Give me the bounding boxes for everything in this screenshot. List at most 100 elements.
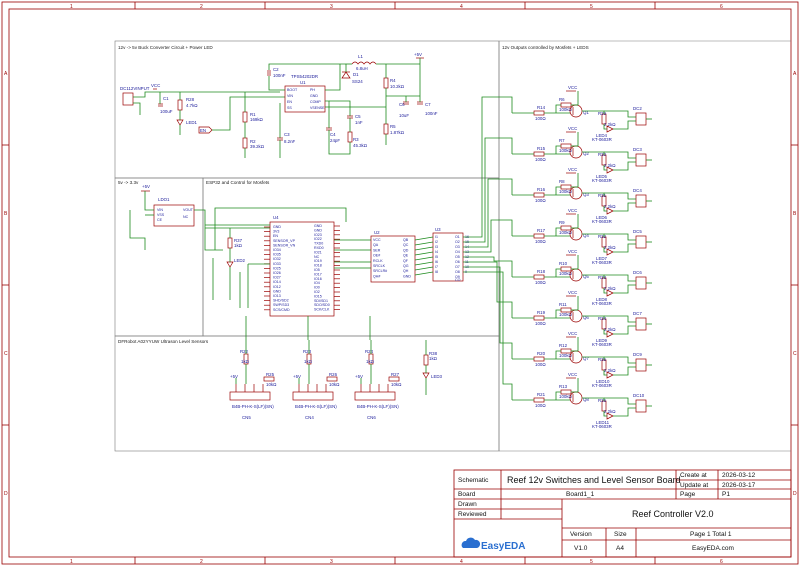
shift-register-pin-label: VCC xyxy=(373,238,381,242)
esp32-pin-label: IO14 xyxy=(273,280,281,284)
output-connector xyxy=(635,276,647,290)
tb-create-label: Create at xyxy=(680,472,707,479)
esp32-pin-label: IO18 xyxy=(314,264,322,268)
ruler-column-label: 2 xyxy=(200,559,203,565)
esp32-pin-label: IO17 xyxy=(314,272,322,276)
led-resistor-value: 2.2kΩ xyxy=(604,163,616,168)
output-connector-ref: DC9 xyxy=(633,352,642,357)
ldo-5v-label: +5V xyxy=(142,184,150,189)
sensor-channel: B4B-PH-K-S(LF)(SN) CN4 +5V R23 1kΩ R26 10kΩ xyxy=(292,340,340,420)
output-vcc-label: VCC xyxy=(568,126,577,131)
vcc-label: VCC xyxy=(151,83,160,88)
c4-ref: C4 xyxy=(330,132,336,137)
r3-ref: R3 xyxy=(353,137,359,142)
l1-ref: L1 xyxy=(358,54,363,59)
esp32-pin-label: IO33 xyxy=(273,262,281,266)
c6-value: 10uF xyxy=(399,113,409,118)
esp32-pin-label: TXD0 xyxy=(314,242,323,246)
c2-value: 100nF xyxy=(273,73,286,78)
buck-ic-ref: U1 xyxy=(300,80,306,85)
output-connector xyxy=(635,317,647,331)
esp32-pin-label: SENSOR_VN xyxy=(273,243,296,247)
ruler-column-label: 3 xyxy=(330,4,333,10)
shift-register-pin-label: QE xyxy=(403,254,409,258)
led1-ref: LED1 xyxy=(186,120,198,125)
section-title-sensors: DFRobot A02YYUW Ultrason Level Sensors xyxy=(118,339,209,344)
tb-page-label: Page xyxy=(680,491,696,498)
sensor-pull-resistor-value: 10kΩ xyxy=(329,382,340,387)
buck-pin-label: VSENSE xyxy=(310,106,325,110)
sensor-status-led: R38 1kΩ LED3 xyxy=(422,340,443,395)
driver-pin-label: O4 xyxy=(455,250,460,254)
output-connector-ref: DC4 xyxy=(633,188,642,193)
r5-value: 1.87kΩ xyxy=(390,130,405,135)
c7-value: 100nF xyxy=(425,111,438,116)
sensor-connector-ref: CN6 xyxy=(367,415,376,420)
sensor-series-resistor-value: 1kΩ xyxy=(304,359,313,364)
buck-pin-label: SS xyxy=(287,106,292,110)
led-resistor-value: 2.2kΩ xyxy=(604,409,616,414)
gate-resistor-ref: R21 xyxy=(537,392,546,397)
buck-pin-label: EN xyxy=(287,100,292,104)
cloud-icon xyxy=(461,537,481,548)
driver-pin-label: I7 xyxy=(435,265,438,269)
buck-pin-label: GND xyxy=(310,94,318,98)
gate-resistor-ref: R15 xyxy=(537,146,546,151)
output-connector-ref: DC3 xyxy=(633,147,642,152)
driver-pin-label: I2 xyxy=(435,240,438,244)
output-led-part: KT-0603R xyxy=(592,178,612,183)
output-led-part: KT-0603R xyxy=(592,137,612,142)
section-boxes xyxy=(114,40,791,452)
tb-size-label: Size xyxy=(614,531,627,538)
buck-pin-label: COMP xyxy=(310,100,321,104)
sensor-connector xyxy=(229,391,271,401)
driver-pin-label: O1 xyxy=(455,235,460,239)
ldo-pin-label: VSS xyxy=(157,213,165,217)
shift-register-pin-label: SRCLK xyxy=(373,264,386,268)
r28-ref: R28 xyxy=(186,97,195,102)
led-resistor-ref: R34 xyxy=(598,316,607,321)
pulldown-resistor-ref: R10 xyxy=(559,261,568,266)
sensor-series-resistor-ref: R24 xyxy=(365,349,374,354)
tb-schematic-label: Schematic xyxy=(458,477,489,484)
shift-register: U2 VCCQASER OE#RCLKSRCLKSRCLR#QH# QBQCQD Q… xyxy=(360,230,416,283)
pulldown-resistor-ref: R8 xyxy=(559,179,565,184)
shift-register-pin-label: SRCLR# xyxy=(373,269,387,273)
led-resistor-ref: R29 xyxy=(598,111,607,116)
shift-register-pin-label: QA xyxy=(373,243,379,247)
sensor-series-resistor-value: 1kΩ xyxy=(366,359,375,364)
section-title-esp: ESP32 and Control for Mosfets xyxy=(206,180,270,185)
esp32-pin-label: EN xyxy=(273,234,278,238)
shift-register-pin-label: RCLK xyxy=(373,259,383,263)
tb-version-value: V1.0 xyxy=(574,545,588,552)
gate-resistor-value: 100Ω xyxy=(535,157,546,162)
ruler-column-label: 6 xyxy=(720,559,723,565)
shift-register-ref: U2 xyxy=(374,230,380,235)
ruler-row-label: B xyxy=(793,211,797,217)
sensor-pull-resistor-ref: R25 xyxy=(266,372,275,377)
pulldown-resistor-ref: R11 xyxy=(559,302,567,307)
output-led-part: KT-0603R xyxy=(592,260,612,265)
c7-ref: C7 xyxy=(425,102,431,107)
sensor-series-resistor-value: 1kΩ xyxy=(241,359,250,364)
output-led-part: KT-0603R xyxy=(592,424,612,429)
sensor-channel: B4B-PH-K-S(LF)(SN) CN5 +5V R22 1kΩ R25 10kΩ xyxy=(229,340,277,420)
esp32-pin-label: IO19 xyxy=(314,259,322,263)
led-resistor-value: 2.2kΩ xyxy=(604,204,616,209)
r4-value: 10.2kΩ xyxy=(390,84,405,89)
gate-resistor-ref: R17 xyxy=(537,228,546,233)
esp32-pin-label: IO35 xyxy=(273,253,281,257)
driver-pin-label: O2 xyxy=(455,240,460,244)
esp32-pin-label: RXD0 xyxy=(314,246,324,250)
sensor-pull-resistor-ref: R26 xyxy=(329,372,338,377)
esp32-pin-label: IO23 xyxy=(314,233,322,237)
sensor-series-resistor-ref: R22 xyxy=(240,349,249,354)
sensor-series-resistor-ref: R23 xyxy=(303,349,312,354)
buck-converter: DC112VINPUT VCC C1 100uF R28 4.7kΩ LED1 … xyxy=(120,52,438,158)
output-led-part: KT-0603R xyxy=(592,301,612,306)
ruler-column-label: 1 xyxy=(70,559,73,565)
esp32-pin-label: IO4 xyxy=(314,281,320,285)
c6-ref: C6 xyxy=(399,102,405,107)
led-resistor-value: 2.2kΩ xyxy=(604,286,616,291)
easyeda-logo: EasyEDA xyxy=(461,537,525,552)
